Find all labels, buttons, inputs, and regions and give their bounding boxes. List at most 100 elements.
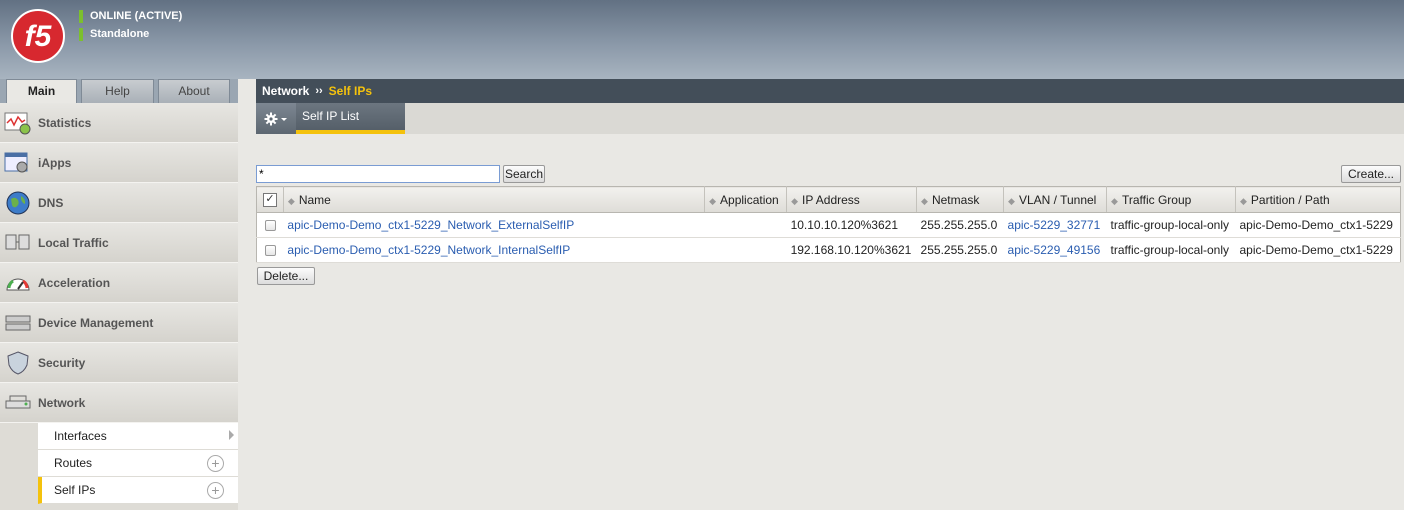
self-ip-link[interactable]: apic-Demo-Demo_ctx1-5229_Network_Interna… xyxy=(287,243,570,257)
partition-cell: apic-Demo-Demo_ctx1-5229 xyxy=(1235,212,1401,238)
subtab-bar: Self IP List xyxy=(256,103,1404,134)
vlan-cell: apic-5229_32771 xyxy=(1003,212,1107,238)
options-menu-button[interactable] xyxy=(256,103,296,134)
search-button[interactable]: Search xyxy=(503,165,545,183)
sidebar-item-label: Device Management xyxy=(38,315,154,330)
row-checkbox[interactable] xyxy=(264,220,276,232)
svg-text:f5: f5 xyxy=(25,20,53,53)
subnav-label: Routes xyxy=(54,456,93,470)
sort-icon: ◆ xyxy=(921,195,928,206)
breadcrumb-current: Self IPs xyxy=(328,84,373,98)
name-cell: apic-Demo-Demo_ctx1-5229_Network_Interna… xyxy=(283,237,705,263)
sort-icon: ◆ xyxy=(791,195,798,206)
self-ip-table: ✓ ◆ Name ◆ Application ◆ IP Address ◆ Netmas… xyxy=(256,186,1401,263)
table-row: apic-Demo-Demo_ctx1-5229_Network_Externa… xyxy=(256,212,1401,238)
sidebar: Statistics iApps DNS Local Traffic Accel… xyxy=(0,103,238,510)
chevron-right-icon xyxy=(229,430,234,440)
gauge-icon xyxy=(4,270,32,296)
application-cell xyxy=(704,237,787,263)
table-header-row: ✓ ◆ Name ◆ Application ◆ IP Address ◆ Netmas… xyxy=(256,186,1401,213)
tab-main[interactable]: Main xyxy=(6,79,77,103)
column-header-netmask[interactable]: ◆ Netmask xyxy=(916,186,1005,213)
network-icon xyxy=(4,390,32,416)
sidebar-item-network[interactable]: Network xyxy=(0,383,238,423)
column-header-application[interactable]: ◆ Application xyxy=(704,186,788,213)
vlan-link[interactable]: apic-5229_49156 xyxy=(1008,243,1101,257)
column-header-name[interactable]: ◆ Name xyxy=(283,186,706,213)
column-header-traffic-group[interactable]: ◆ Traffic Group xyxy=(1106,186,1236,213)
breadcrumb-separator: ›› xyxy=(315,85,323,97)
traffic-group-cell: traffic-group-local-only xyxy=(1106,212,1236,238)
sidebar-item-label: iApps xyxy=(38,155,72,170)
subnav-interfaces[interactable]: Interfaces xyxy=(38,423,238,450)
f5-logo[interactable]: f5 xyxy=(11,9,65,63)
column-header-vlan[interactable]: ◆ VLAN / Tunnel xyxy=(1003,186,1108,213)
select-all-header[interactable]: ✓ xyxy=(256,186,284,213)
sidebar-item-security[interactable]: Security xyxy=(0,343,238,383)
sidebar-item-iapps[interactable]: iApps xyxy=(0,143,238,183)
sidebar-item-acceleration[interactable]: Acceleration xyxy=(0,263,238,303)
statistics-icon xyxy=(4,110,32,136)
sort-icon: ◆ xyxy=(1008,195,1015,206)
sidebar-item-local-traffic[interactable]: Local Traffic xyxy=(0,223,238,263)
sidebar-item-label: Statistics xyxy=(38,115,92,130)
sidebar-item-label: Network xyxy=(38,395,86,410)
row-select-cell xyxy=(256,237,284,263)
column-header-partition[interactable]: ◆ Partition / Path xyxy=(1235,186,1401,213)
select-all-checkbox[interactable]: ✓ xyxy=(262,192,277,207)
netmask-cell: 255.255.255.0 xyxy=(916,237,1004,263)
mode-indicator xyxy=(79,27,83,41)
add-route-icon[interactable]: + xyxy=(207,455,224,472)
name-cell: apic-Demo-Demo_ctx1-5229_Network_Externa… xyxy=(283,212,705,238)
tab-self-ip-list[interactable]: Self IP List xyxy=(296,103,405,134)
status-indicator xyxy=(79,9,83,23)
breadcrumb-network[interactable]: Network xyxy=(262,84,309,98)
sort-icon: ◆ xyxy=(287,195,295,206)
main-tabs: Main Help About xyxy=(0,79,238,103)
status-panel: ONLINE (ACTIVE) Standalone xyxy=(79,8,182,44)
device-icon xyxy=(4,310,32,336)
header: f5 ONLINE (ACTIVE) Standalone xyxy=(0,0,1404,79)
add-self-ip-icon[interactable]: + xyxy=(207,482,224,499)
self-ip-link[interactable]: apic-Demo-Demo_ctx1-5229_Network_Externa… xyxy=(287,218,574,232)
subnav-routes[interactable]: Routes + xyxy=(38,450,238,477)
sidebar-item-device-management[interactable]: Device Management xyxy=(0,303,238,343)
delete-button[interactable]: Delete... xyxy=(257,267,315,285)
gear-icon xyxy=(264,112,287,125)
table-row: apic-Demo-Demo_ctx1-5229_Network_Interna… xyxy=(256,237,1401,263)
ip-cell: 10.10.10.120%3621 xyxy=(786,212,917,238)
sidebar-item-label: Security xyxy=(38,355,86,370)
tab-help[interactable]: Help xyxy=(81,79,154,103)
subnav-label: Self IPs xyxy=(54,483,96,497)
application-cell xyxy=(704,212,787,238)
netmask-cell: 255.255.255.0 xyxy=(916,212,1004,238)
sidebar-item-label: DNS xyxy=(38,195,64,210)
vlan-link[interactable]: apic-5229_32771 xyxy=(1008,218,1101,232)
row-checkbox[interactable] xyxy=(264,245,276,257)
column-header-ip-address[interactable]: ◆ IP Address xyxy=(786,186,918,213)
globe-icon xyxy=(4,190,32,216)
vlan-cell: apic-5229_49156 xyxy=(1003,237,1107,263)
subnav-label: Interfaces xyxy=(54,429,107,443)
sort-icon: ◆ xyxy=(709,195,717,206)
sidebar-item-label: Acceleration xyxy=(38,275,111,290)
mode-text: Standalone xyxy=(90,28,150,40)
row-select-cell xyxy=(256,212,284,238)
create-button[interactable]: Create... xyxy=(1341,165,1401,183)
local-traffic-icon xyxy=(4,230,32,256)
status-text: ONLINE (ACTIVE) xyxy=(90,10,183,22)
sidebar-item-statistics[interactable]: Statistics xyxy=(0,103,238,143)
sidebar-item-dns[interactable]: DNS xyxy=(0,183,238,223)
sidebar-item-label: Local Traffic xyxy=(38,235,109,250)
iapps-icon xyxy=(4,150,32,176)
breadcrumb: Network ›› Self IPs xyxy=(256,79,1404,103)
tab-about[interactable]: About xyxy=(158,79,230,103)
partition-cell: apic-Demo-Demo_ctx1-5229 xyxy=(1235,237,1401,263)
sort-icon: ◆ xyxy=(1111,195,1118,206)
search-input[interactable] xyxy=(256,165,500,183)
ip-cell: 192.168.10.120%3621 xyxy=(786,237,917,263)
subnav-self-ips[interactable]: Self IPs + xyxy=(38,477,238,504)
traffic-group-cell: traffic-group-local-only xyxy=(1106,237,1236,263)
sort-icon: ◆ xyxy=(1239,195,1247,206)
shield-icon xyxy=(4,350,32,376)
